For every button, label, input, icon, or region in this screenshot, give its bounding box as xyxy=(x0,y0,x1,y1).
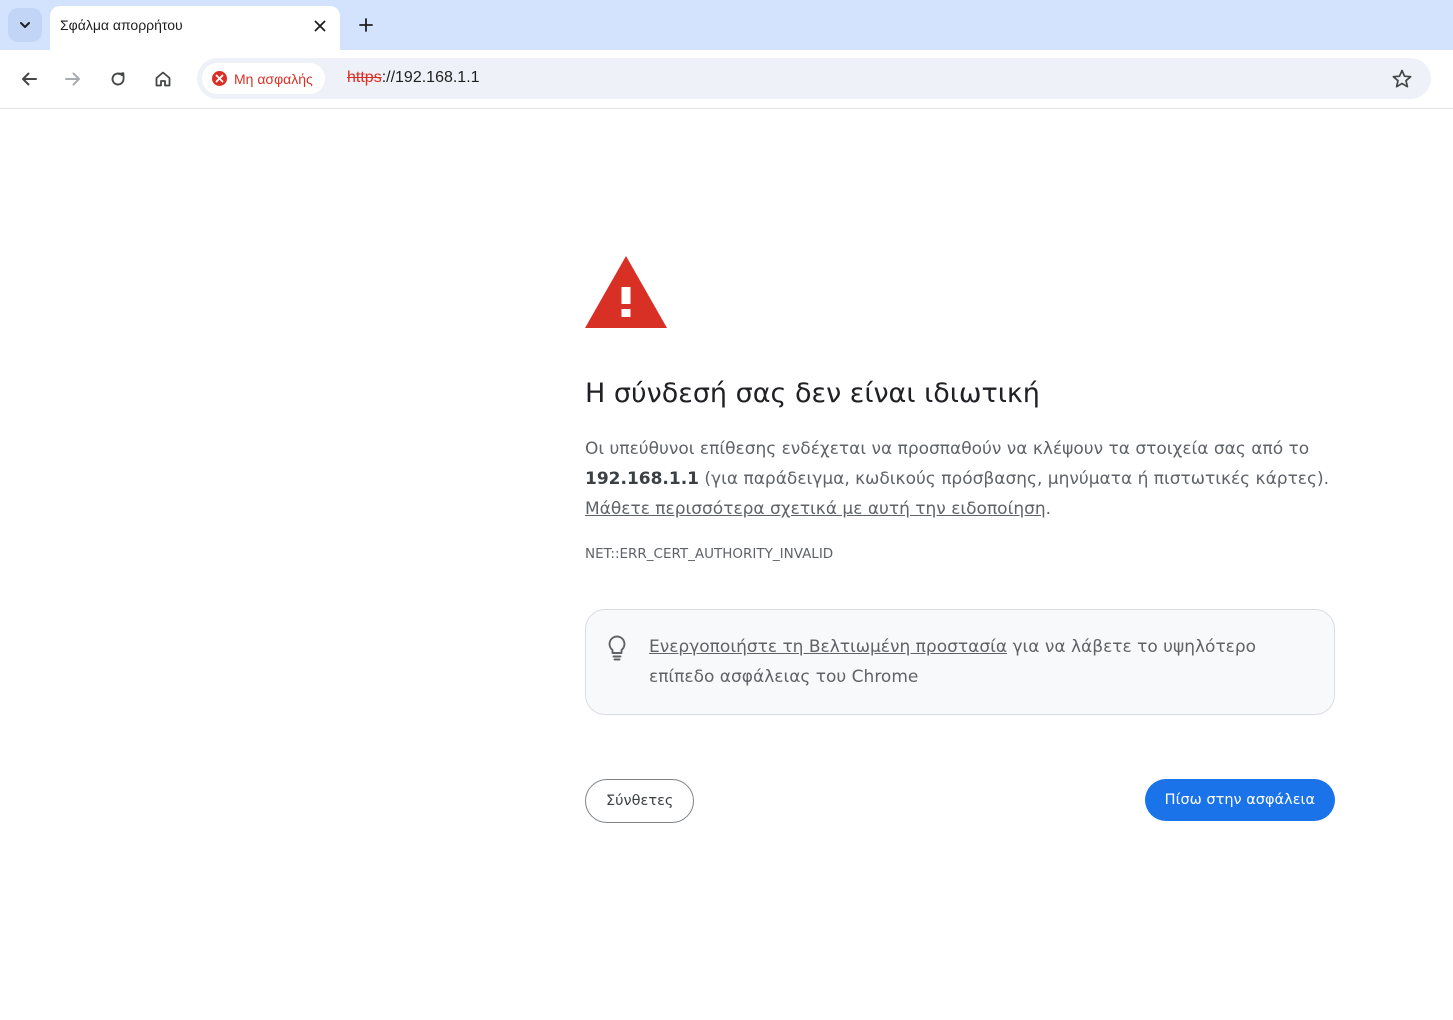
tab-close-button[interactable] xyxy=(310,16,330,36)
reload-button[interactable] xyxy=(103,64,133,94)
url-text[interactable]: https://192.168.1.1 xyxy=(347,69,480,87)
host-name: 192.168.1.1 xyxy=(585,469,700,489)
home-button[interactable] xyxy=(148,64,178,94)
bookmark-star-icon[interactable] xyxy=(1391,68,1413,90)
forward-button[interactable] xyxy=(58,64,88,94)
description-end: . xyxy=(1045,499,1052,519)
warning-description: Οι υπεύθυνοι επίθεσης ενδέχεται να προσπ… xyxy=(585,434,1335,524)
advanced-button[interactable]: Σύνθετες xyxy=(585,779,695,823)
active-tab[interactable]: Σφάλμα απορρήτου xyxy=(50,6,340,50)
url-scheme: https xyxy=(347,69,382,86)
promo-text: Ενεργοποιήστε τη Βελτιωμένη προστασία γι… xyxy=(649,632,1321,692)
lightbulb-icon xyxy=(608,635,626,661)
description-intro: Οι υπεύθυνοι επίθεσης ενδέχεται να προσπ… xyxy=(585,439,1310,459)
new-tab-button[interactable] xyxy=(354,13,378,37)
address-bar[interactable]: Μη ασφαλής https://192.168.1.1 xyxy=(197,58,1431,99)
arrow-right-icon xyxy=(65,72,80,86)
not-secure-icon xyxy=(212,71,227,86)
enhanced-protection-link[interactable]: Ενεργοποιήστε τη Βελτιωμένη προστασία xyxy=(649,637,1007,657)
security-chip-label: Μη ασφαλής xyxy=(234,70,313,87)
close-icon xyxy=(314,20,326,32)
warning-triangle-icon xyxy=(585,256,667,328)
reload-icon xyxy=(111,72,125,86)
enhanced-protection-promo: Ενεργοποιήστε τη Βελτιωμένη προστασία γι… xyxy=(585,609,1335,715)
toolbar: Μη ασφαλής https://192.168.1.1 xyxy=(0,50,1453,109)
url-host: ://192.168.1.1 xyxy=(381,69,480,86)
home-icon xyxy=(155,71,171,87)
page-title: Η σύνδεσή σας δεν είναι ιδιωτική xyxy=(585,378,1040,409)
arrow-left-icon xyxy=(22,72,37,86)
tab-title: Σφάλμα απορρήτου xyxy=(60,17,183,33)
back-button[interactable] xyxy=(14,64,44,94)
tab-search-button[interactable] xyxy=(8,8,42,42)
security-chip[interactable]: Μη ασφαλής xyxy=(202,63,325,94)
error-code: NET::ERR_CERT_AUTHORITY_INVALID xyxy=(585,546,834,562)
tab-strip: Σφάλμα απορρήτου xyxy=(0,0,1453,50)
description-examples: (για παράδειγμα, κωδικούς πρόσβασης, μην… xyxy=(699,469,1330,489)
back-to-safety-button[interactable]: Πίσω στην ασφάλεια xyxy=(1144,779,1335,821)
plus-icon xyxy=(359,18,373,32)
chevron-down-icon xyxy=(20,22,30,28)
learn-more-link[interactable]: Μάθετε περισσότερα σχετικά με αυτή την ε… xyxy=(585,499,1046,519)
